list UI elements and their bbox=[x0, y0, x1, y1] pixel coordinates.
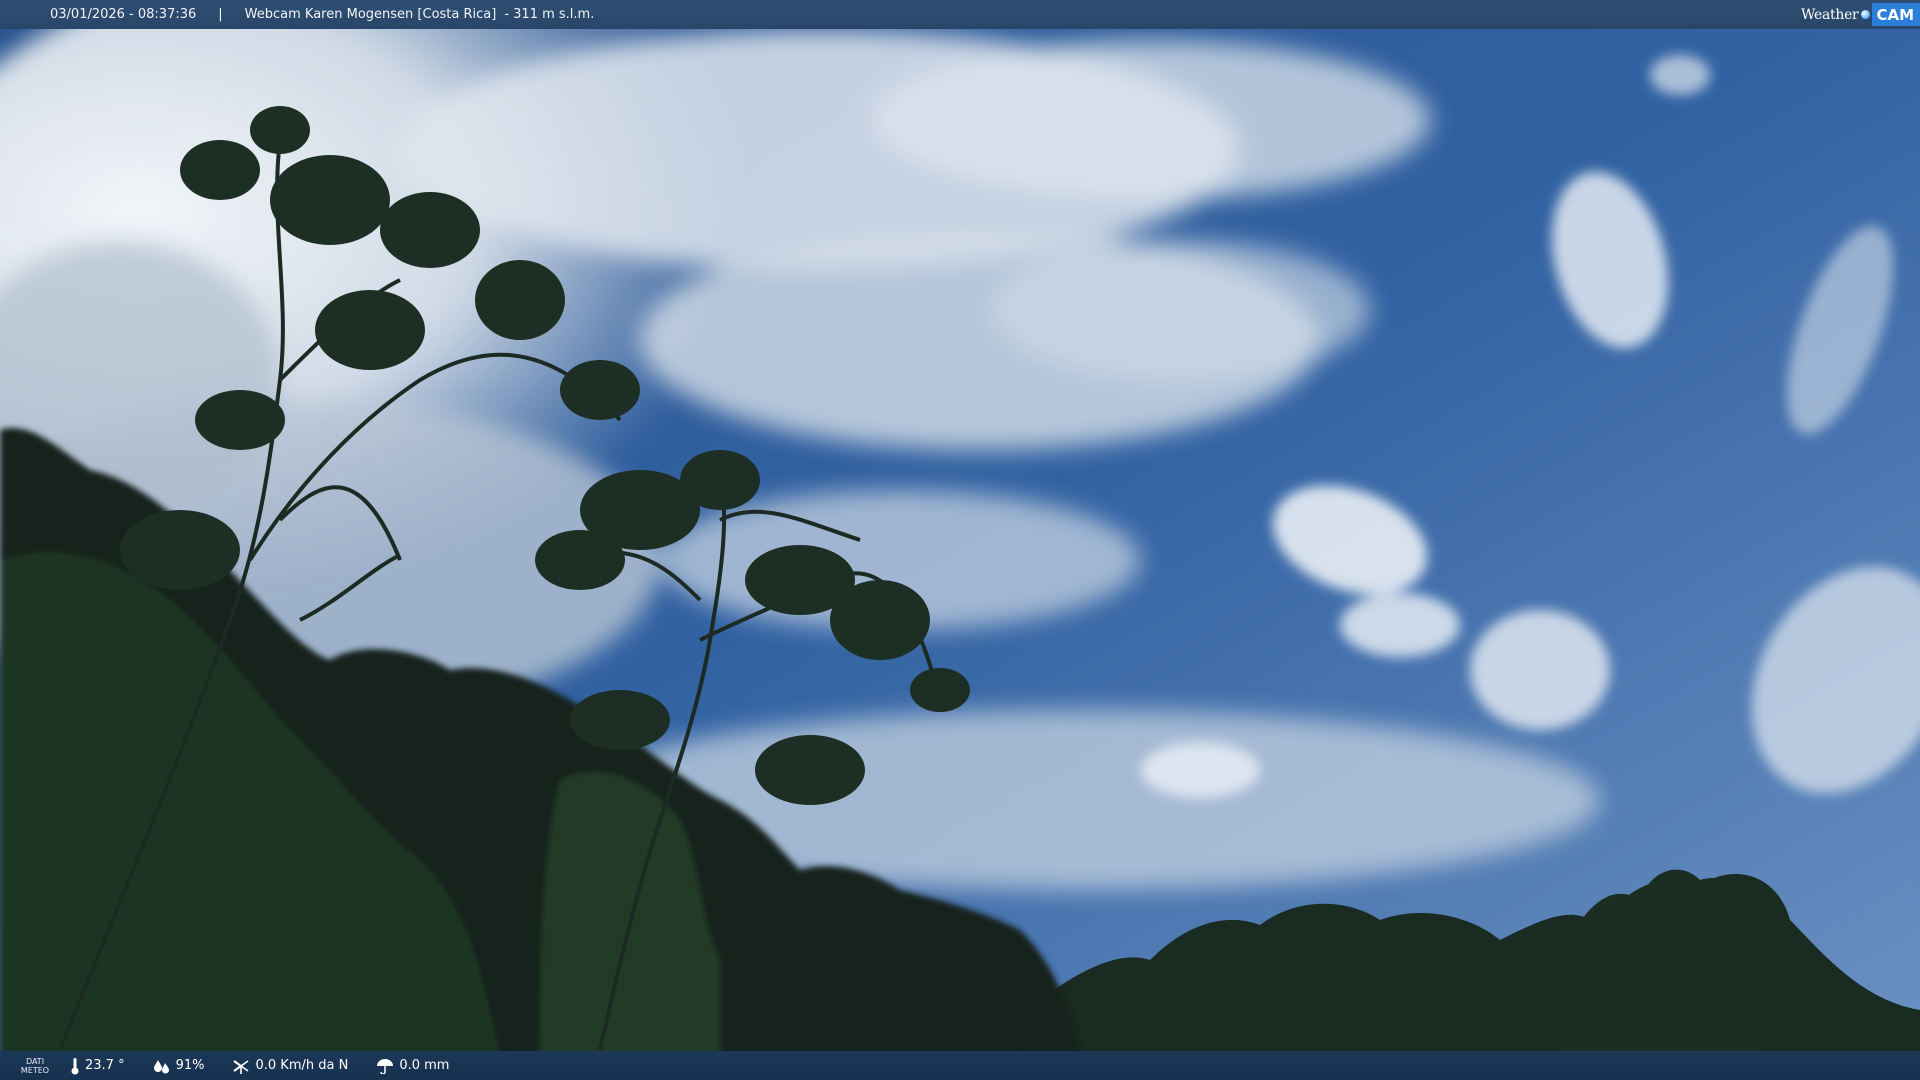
brand-word: Weather bbox=[1801, 6, 1859, 23]
humidity-value: 91% bbox=[175, 1058, 205, 1073]
temperature-value: 23.7 ° bbox=[85, 1058, 125, 1073]
weathercam-logo: Weather CAM bbox=[1801, 0, 1920, 29]
thermometer-icon bbox=[71, 1057, 79, 1074]
separator: | bbox=[218, 7, 223, 22]
temperature-stat: 23.7 ° bbox=[70, 1057, 125, 1075]
webcam-view: 03/01/2026 - 08:37:36 | Webcam Karen Mog… bbox=[0, 0, 1920, 1080]
humidity-stat: 91% bbox=[153, 1058, 205, 1074]
umbrella-icon bbox=[377, 1058, 394, 1074]
timestamp: 03/01/2026 - 08:37:36 bbox=[50, 7, 197, 22]
dati-meteo-label: DATI METEO bbox=[0, 1057, 70, 1075]
label-line2: METEO bbox=[20, 1065, 50, 1075]
brand-cam: CAM bbox=[1872, 3, 1920, 26]
wind-stat: 0.0 Km/h da N bbox=[232, 1057, 348, 1075]
rain-stat: 0.0 mm bbox=[376, 1058, 449, 1074]
webcam-image bbox=[0, 0, 1920, 1080]
wind-icon bbox=[233, 1059, 249, 1074]
webcam-title: Webcam Karen Mogensen [Costa Rica] bbox=[244, 7, 497, 22]
rain-value: 0.0 mm bbox=[399, 1058, 450, 1073]
humidity-drops-icon bbox=[153, 1059, 169, 1073]
top-info-bar: 03/01/2026 - 08:37:36 | Webcam Karen Mog… bbox=[0, 0, 1920, 29]
label-line1: DATI bbox=[25, 1056, 45, 1066]
globe-dot-icon bbox=[1861, 10, 1871, 19]
altitude: - 311 m s.l.m. bbox=[504, 7, 595, 22]
weather-data-bar: DATI METEO 23.7 ° 91% 0.0 Km/h da N 0.0 … bbox=[0, 1051, 1920, 1080]
wind-value: 0.0 Km/h da N bbox=[255, 1058, 349, 1073]
